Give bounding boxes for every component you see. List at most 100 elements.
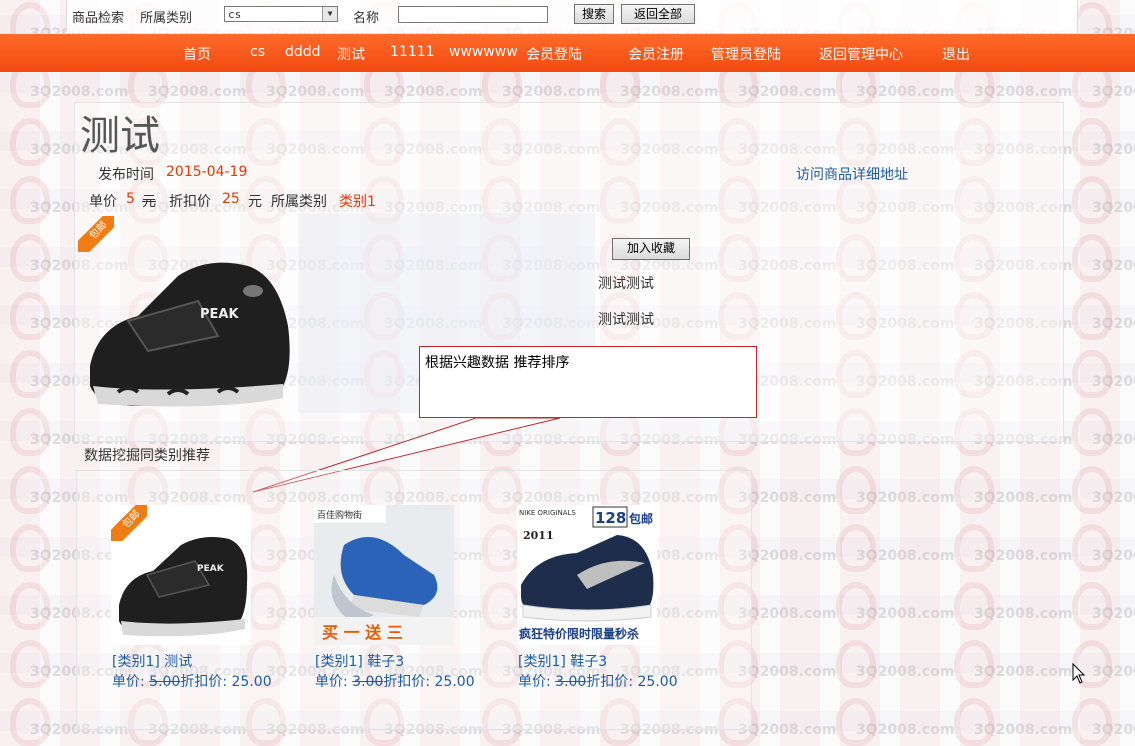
- search-label: 商品检索: [72, 11, 125, 26]
- watermark-logo-icon: [836, 524, 876, 572]
- discount-unit: 元: [248, 194, 262, 210]
- svg-text:NIKE ORIGINALS: NIKE ORIGINALS: [519, 509, 576, 517]
- watermark-text: 3Q2008.com: [738, 664, 837, 680]
- watermark-text: 3Q2008.com: [1092, 432, 1135, 448]
- watermark-text: 3Q2008.com: [1092, 200, 1135, 216]
- svg-text:百佳购物街: 百佳购物街: [317, 509, 362, 521]
- nav-admin-center[interactable]: 返回管理中心: [819, 44, 903, 64]
- search-button[interactable]: 搜索: [574, 4, 614, 24]
- watermark-text: 3Q2008.com: [384, 84, 483, 100]
- callout-text: 根据兴趣数据 推荐排序: [425, 355, 570, 371]
- watermark-text: 3Q2008.com: [1092, 606, 1135, 622]
- publish-label: 发布时间: [98, 167, 154, 183]
- nav-home[interactable]: 首页: [183, 44, 211, 64]
- recommend-heading: 数据挖掘同类别推荐: [84, 448, 210, 464]
- add-favorite-button[interactable]: 加入收藏: [612, 238, 690, 260]
- watermark-logo-icon: [10, 118, 50, 166]
- watermark-text: 3Q2008.com: [738, 548, 837, 564]
- watermark-text: 3Q2008.com: [974, 722, 1073, 738]
- name-label: 名称: [353, 11, 380, 26]
- recommend-price-1: 单价: 5.00折扣价: 25.00: [112, 674, 272, 690]
- watermark-text: 3Q2008.com: [856, 84, 955, 100]
- recommend-title-2[interactable]: [类别1] 鞋子3: [315, 651, 404, 671]
- watermark-logo-icon: [954, 524, 994, 572]
- watermark-logo-icon: [954, 582, 994, 630]
- watermark-text: 3Q2008.com: [974, 606, 1073, 622]
- watermark-logo-icon: [10, 524, 50, 572]
- watermark-text: 3Q2008.com: [1092, 548, 1135, 564]
- svg-text:2011: 2011: [523, 529, 554, 542]
- chevron-down-icon[interactable]: ▼: [322, 7, 337, 21]
- watermark-text: 3Q2008.com: [856, 722, 955, 738]
- nav-admin-login[interactable]: 管理员登陆: [711, 44, 781, 64]
- reset-button[interactable]: 返回全部: [621, 4, 695, 24]
- discount-value: 25: [222, 191, 240, 207]
- watermark-text: 3Q2008.com: [856, 606, 955, 622]
- category-label: 所属类别: [140, 11, 193, 26]
- watermark-text: 3Q2008.com: [502, 84, 601, 100]
- product-desc-line-1: 测试测试: [598, 276, 654, 292]
- svg-text:128: 128: [595, 509, 626, 527]
- svg-text:疯狂特价限时限量秒杀: 疯狂特价限时限量秒杀: [519, 626, 639, 641]
- product-image[interactable]: PEAK 包邮: [78, 216, 298, 416]
- watermark-logo-icon: [10, 292, 50, 340]
- watermark-logo-icon: [10, 234, 50, 282]
- watermark-logo-icon: [10, 640, 50, 688]
- nav-dddd[interactable]: dddd: [285, 44, 321, 60]
- recommend-image-3[interactable]: NIKE ORIGINALS 2011 128 包邮 疯狂特价限时限量秒杀: [517, 505, 657, 645]
- mouse-cursor-icon: [1072, 663, 1086, 684]
- watermark-logo-icon: [10, 466, 50, 514]
- recommend-price-2: 单价: 3.00折扣价: 25.00: [315, 674, 475, 690]
- watermark-logo-icon: [836, 466, 876, 514]
- watermark-text: 3Q2008.com: [974, 84, 1073, 100]
- watermark-logo-icon: [1072, 118, 1112, 166]
- nav-member-login[interactable]: 会员登陆: [526, 44, 582, 64]
- watermark-text: 3Q2008.com: [148, 84, 247, 100]
- watermark-logo-icon: [10, 408, 50, 456]
- free-shipping-badge: 包邮: [111, 505, 147, 541]
- watermark-text: 3Q2008.com: [974, 490, 1073, 506]
- category-select[interactable]: cs ▼: [224, 6, 338, 22]
- watermark-text: 3Q2008.com: [1092, 664, 1135, 680]
- watermark-text: 3Q2008.com: [1092, 374, 1135, 390]
- category-select-value: cs: [228, 8, 242, 21]
- watermark-logo-icon: [10, 350, 50, 398]
- watermark-logo-icon: [836, 582, 876, 630]
- discount-label: 折扣价: [169, 194, 211, 210]
- watermark-text: 3Q2008.com: [738, 84, 837, 100]
- price-label: 单价: [89, 194, 117, 210]
- watermark-logo-icon: [10, 582, 50, 630]
- nav-member-register[interactable]: 会员注册: [628, 44, 684, 64]
- watermark-text: 3Q2008.com: [266, 84, 365, 100]
- nav-cs[interactable]: cs: [250, 44, 265, 60]
- watermark-text: 3Q2008.com: [1092, 722, 1135, 738]
- nav-logout[interactable]: 退出: [942, 44, 970, 64]
- watermark-logo-icon: [1072, 582, 1112, 630]
- watermark-text: 3Q2008.com: [856, 548, 955, 564]
- svg-text:PEAK: PEAK: [200, 307, 239, 322]
- watermark-logo-icon: [10, 176, 50, 224]
- nav-wwwwww[interactable]: wwwwww: [449, 44, 518, 60]
- search-bar: 商品检索 所属类别 cs ▼ 名称 搜索 返回全部: [66, 0, 1078, 33]
- detail-link[interactable]: 访问商品详细地址: [796, 164, 908, 184]
- svg-text:买 一 送 三: 买 一 送 三: [322, 623, 403, 642]
- watermark-text: 3Q2008.com: [1092, 316, 1135, 332]
- recommend-image-2[interactable]: 百佳购物街 买 一 送 三: [314, 505, 454, 645]
- recommend-image-1[interactable]: PEAK 包邮: [111, 505, 251, 645]
- nav-test[interactable]: 测试: [337, 44, 365, 64]
- watermark-text: 3Q2008.com: [1092, 490, 1135, 506]
- watermark-logo-icon: [1072, 292, 1112, 340]
- watermark-logo-icon: [954, 640, 994, 688]
- name-input[interactable]: [398, 6, 548, 23]
- nav-11111[interactable]: 11111: [390, 44, 435, 60]
- watermark-logo-icon: [836, 640, 876, 688]
- watermark-text: 3Q2008.com: [856, 490, 955, 506]
- watermark-logo-icon: [1072, 234, 1112, 282]
- watermark-logo-icon: [1072, 466, 1112, 514]
- svg-text:PEAK: PEAK: [197, 564, 225, 574]
- svg-text:包邮: 包邮: [628, 511, 653, 526]
- watermark-text: 3Q2008.com: [30, 84, 129, 100]
- recommend-title-1[interactable]: [类别1] 测试: [112, 651, 192, 671]
- recommend-title-3[interactable]: [类别1] 鞋子3: [518, 651, 607, 671]
- publish-date: 2015-04-19: [166, 164, 248, 180]
